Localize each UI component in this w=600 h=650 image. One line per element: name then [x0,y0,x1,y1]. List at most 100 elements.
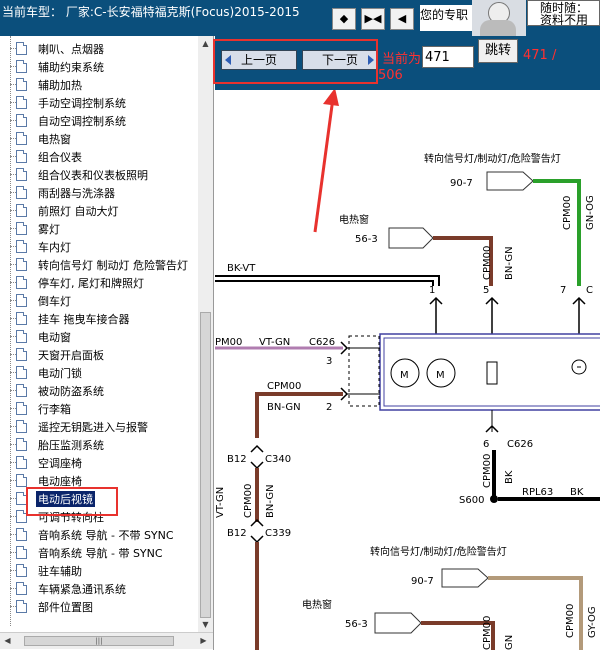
document-icon [16,456,27,469]
sidebar-item[interactable]: 转向信号灯 制动灯 危险警告灯 [10,256,198,274]
sidebar-item[interactable]: 组合仪表 [10,148,198,166]
sidebar-item-label: 自动空调控制系统 [38,115,126,128]
sidebar-item-label: 行李箱 [38,403,71,416]
sidebar-item-label: 车辆紧急通讯系统 [38,583,126,596]
sidebar-item[interactable]: 电动门锁 [10,364,198,382]
sidebar-item[interactable]: 车内灯 [10,238,198,256]
document-icon [16,474,27,487]
toolbar-button-3[interactable]: ◀ [390,8,414,30]
document-icon [16,348,27,361]
connector-shape-56-3 [388,227,434,249]
ground-s600: S600 [459,495,484,506]
wire-label-vt-gn: VT-GN [259,337,290,348]
document-icon [16,168,27,181]
toolbar-button-1[interactable]: ◆ [332,8,356,30]
wire-label-cpm00-6: CPM00 [565,604,576,638]
scroll-up-icon[interactable]: ▲ [200,38,211,49]
sidebar-item[interactable]: 挂车 拖曳车接合器 [10,310,198,328]
pin-3: 3 [326,356,332,367]
page-count: 471 / [523,48,557,63]
sidebar-item[interactable]: 天窗开启面板 [10,346,198,364]
sidebar-item[interactable]: 雾灯 [10,220,198,238]
pin-7: 7 [560,285,566,296]
wire-label-bk-vt: BK-VT [227,263,256,274]
sidebar-item[interactable]: 行李箱 [10,400,198,418]
nav-highlight-box [213,39,378,84]
scroll-down-icon[interactable]: ▼ [200,619,211,630]
current-page-label: 当前为 [382,52,422,67]
sidebar-item[interactable]: 空调座椅 [10,454,198,472]
sidebar-item[interactable]: 辅助加热 [10,76,198,94]
wire-label-gn-b: GN [504,635,515,650]
wire-label-cpm00-7: CPM00 [482,616,493,650]
horizontal-scrollbar[interactable]: ◀ ||| ▶ [0,632,213,649]
ad-banner[interactable]: 随时随： 资料不用 [527,0,600,26]
scroll-right-icon[interactable]: ▶ [198,635,209,646]
connector-56-3: 56-3 [355,234,378,245]
sidebar-item-label: 部件位置图 [38,601,93,614]
sidebar-item-label: 电动窗 [38,331,71,344]
wire-label-cpm00: CPM00 [562,196,573,230]
sidebar: 喇叭、点烟器 辅助约束系统辅助加热手动空调控制系统自动空调控制系统电热窗 组合仪表组… [0,36,214,650]
document-icon [16,330,27,343]
sidebar-item[interactable]: 辅助约束系统 [10,58,198,76]
document-icon [16,114,27,127]
sidebar-item[interactable]: 手动空调控制系统 [10,94,198,112]
document-icon [16,582,27,595]
sidebar-item[interactable]: 组合仪表和仪表板照明 [10,166,198,184]
sidebar-item[interactable]: 遥控无钥匙进入与报警 [10,418,198,436]
sidebar-item[interactable]: 车辆紧急通讯系统 [10,580,198,598]
current-vehicle-title: 当前车型： 厂家:C-长安福特福克斯(Focus)2015-2015 [2,5,300,19]
sidebar-item[interactable]: 雨刮器与洗涤器 [10,184,198,202]
sidebar-item[interactable]: 驻车辅助 [10,562,198,580]
welcome-text: 您的专职 [420,5,472,31]
scroll-left-icon[interactable]: ◀ [2,635,13,646]
sidebar-item[interactable]: 音响系统 导航 - 不带 SYNC [10,526,198,544]
vertical-scrollbar[interactable]: ▲ ▼ [198,36,213,632]
sidebar-item-label: 遥控无钥匙进入与报警 [38,421,148,434]
page-number-input[interactable] [422,46,474,68]
sidebar-item-label: 雨刮器与洗涤器 [38,187,115,200]
sidebar-item[interactable]: 自动空调控制系统 [10,112,198,130]
wire-label-cpm00-2: CPM00 [482,246,493,280]
document-icon [16,60,27,73]
sidebar-item[interactable]: 电热窗 [10,130,198,148]
wire-label-cpm00-5: CPM00 [243,484,254,518]
sidebar-item[interactable]: 被动防盗系统 [10,382,198,400]
jump-button[interactable]: 跳转 [478,39,518,63]
hscroll-thumb[interactable]: ||| [24,636,174,646]
svg-text:M: M [436,370,445,381]
wire-label-bn-gn-2: BN-GN [267,402,301,413]
toolbar-button-2[interactable]: ▶◀ [361,8,385,30]
pin-2: 2 [326,402,332,413]
sidebar-item-label: 前照灯 自动大灯 [38,205,119,218]
turn-signal-label-bottom: 转向信号灯/制动灯/危险警告灯 [370,545,507,558]
sidebar-item-label: 天窗开启面板 [38,349,104,362]
document-icon [16,384,27,397]
sidebar-item[interactable]: 喇叭、点烟器 [10,40,198,58]
document-icon [16,564,27,577]
sidebar-item[interactable]: 前照灯 自动大灯 [10,202,198,220]
turn-signal-label-top: 转向信号灯/制动灯/危险警告灯 [424,152,561,165]
sidebar-item[interactable]: 停车灯, 尾灯和牌照灯 [10,274,198,292]
connector-c626: C626 [309,337,335,348]
sidebar-item[interactable]: 胎压监测系统 [10,436,198,454]
sidebar-item-label: 辅助加热 [38,79,82,92]
sidebar-item-label: 组合仪表和仪表板照明 [38,169,148,182]
document-icon [16,240,27,253]
sidebar-item[interactable]: 倒车灯 [10,292,198,310]
sidebar-item[interactable]: 电动窗 [10,328,198,346]
sidebar-item-label: 电动门锁 [38,367,82,380]
sidebar-item[interactable]: 音响系统 导航 - 带 SYNC [10,544,198,562]
sidebar-item-label: 空调座椅 [38,457,82,470]
document-icon [16,42,27,55]
connector-c339: C339 [265,528,291,539]
scroll-thumb[interactable] [200,312,211,618]
connector-90-7: 90-7 [450,178,473,189]
wire-label-vt-gn-2: VT-GN [215,487,226,518]
sidebar-item-label: 挂车 拖曳车接合器 [38,313,130,326]
wire-label-bn-gn: BN-GN [504,246,515,280]
sidebar-item[interactable]: 部件位置图 [10,598,198,616]
ground-splice [490,495,498,503]
document-icon [16,528,27,541]
